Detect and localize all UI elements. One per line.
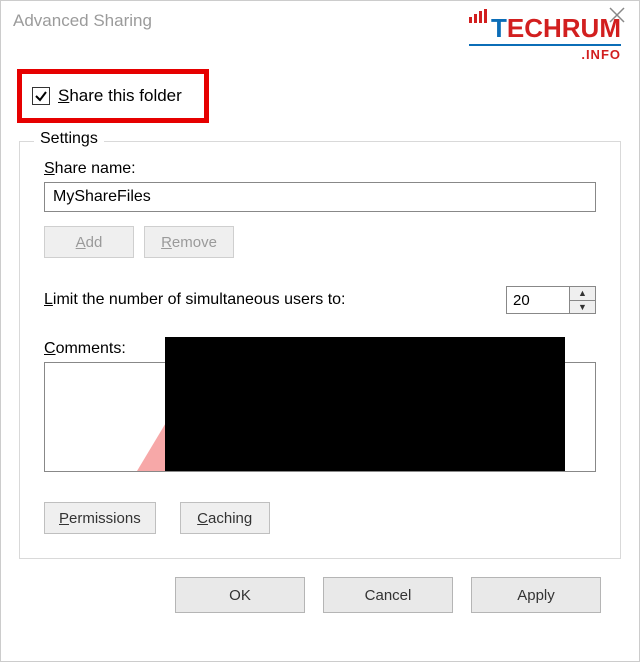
permissions-button[interactable]: Permissions xyxy=(44,502,156,534)
share-folder-label: Share this folder xyxy=(58,86,182,106)
window-title: Advanced Sharing xyxy=(13,11,152,31)
caching-button[interactable]: Caching xyxy=(180,502,270,534)
redacted-overlay xyxy=(165,337,565,471)
share-folder-checkbox[interactable] xyxy=(32,87,50,105)
remove-button: Remove xyxy=(144,226,234,258)
share-name-label: Share name: xyxy=(44,160,596,178)
limit-users-input[interactable] xyxy=(507,287,569,313)
cancel-button[interactable]: Cancel xyxy=(323,577,453,613)
ok-button[interactable]: OK xyxy=(175,577,305,613)
titlebar: Advanced Sharing xyxy=(1,1,639,41)
settings-legend: Settings xyxy=(34,130,104,148)
close-icon[interactable] xyxy=(605,5,629,29)
add-button: Add xyxy=(44,226,134,258)
spin-up-icon[interactable]: ▲ xyxy=(570,287,595,300)
apply-button[interactable]: Apply xyxy=(471,577,601,613)
spin-down-icon[interactable]: ▼ xyxy=(570,300,595,314)
advanced-sharing-dialog: Advanced Sharing TECHRUM .INFO Share thi… xyxy=(0,0,640,662)
limit-users-stepper[interactable]: ▲ ▼ xyxy=(506,286,596,314)
limit-users-label: Limit the number of simultaneous users t… xyxy=(44,291,345,309)
comments-textarea[interactable] xyxy=(44,362,596,472)
share-name-input[interactable] xyxy=(44,182,596,212)
settings-group: Settings Share name: Add Remove Limit th… xyxy=(19,141,621,559)
share-folder-highlight: Share this folder xyxy=(17,69,209,123)
red-triangle-overlay xyxy=(137,421,167,471)
